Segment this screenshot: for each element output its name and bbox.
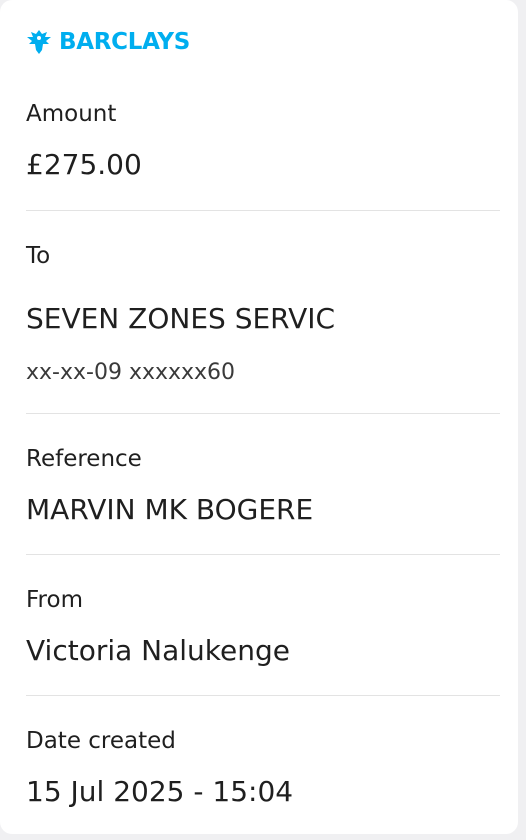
from-value: Victoria Nalukenge (26, 634, 290, 667)
from-label: From (26, 587, 83, 613)
payee-account: xx-xx-09 xxxxxx60 (26, 360, 236, 385)
divider (26, 413, 500, 414)
amount-label: Amount (26, 101, 117, 127)
divider (26, 554, 500, 555)
date-created-value: 15 Jul 2025 - 15:04 (26, 775, 294, 808)
amount-value: £275.00 (26, 148, 142, 181)
reference-value: MARVIN MK BOGERE (26, 493, 314, 526)
divider (26, 210, 500, 211)
date-created-label: Date created (26, 728, 176, 754)
reference-label: Reference (26, 446, 142, 472)
payment-details-card: BARCLAYS Amount £275.00 To SEVEN ZONES S… (0, 0, 518, 834)
to-label: To (26, 243, 51, 269)
eagle-icon (25, 28, 53, 56)
barclays-logo: BARCLAYS (25, 28, 190, 56)
brand-name: BARCLAYS (59, 28, 190, 55)
payee-name: SEVEN ZONES SERVIC (26, 302, 336, 335)
divider (26, 695, 500, 696)
